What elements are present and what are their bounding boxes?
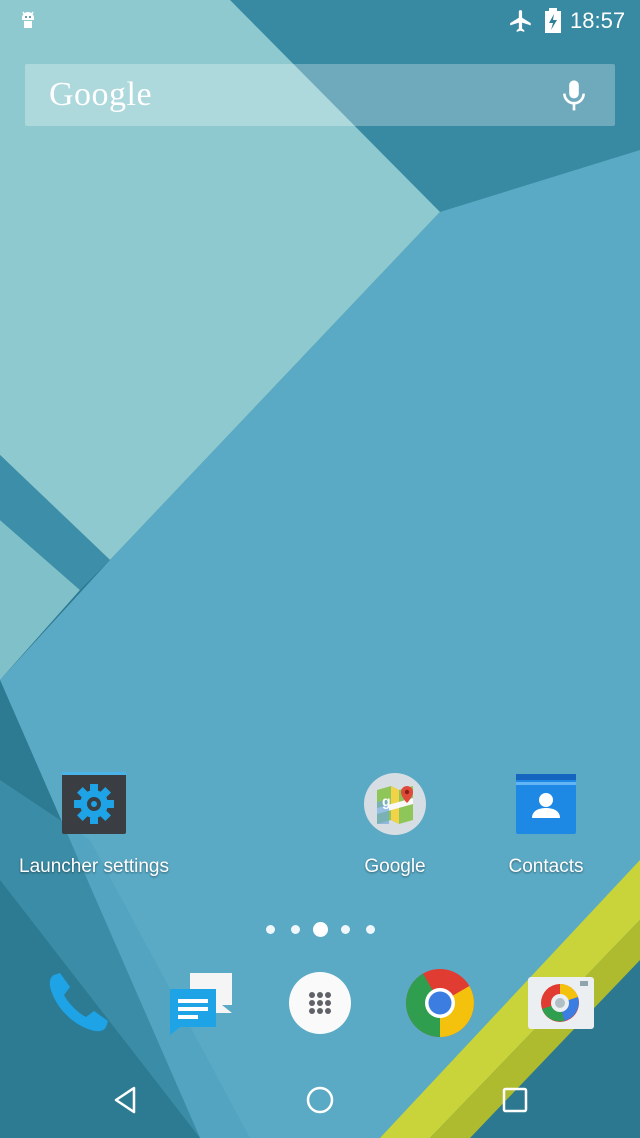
- app-drawer-icon[interactable]: [280, 963, 360, 1043]
- back-icon[interactable]: [108, 1082, 144, 1118]
- dock-phone[interactable]: [38, 963, 118, 1043]
- contacts-icon[interactable]: [514, 772, 578, 836]
- chrome-icon[interactable]: [400, 963, 480, 1043]
- maps-icon[interactable]: g: [363, 772, 427, 836]
- messaging-icon[interactable]: [162, 963, 242, 1043]
- app-label: Launcher settings: [19, 856, 169, 877]
- status-bar: 18:57: [0, 0, 640, 44]
- google-logo[interactable]: Google: [49, 76, 152, 114]
- dock-app-drawer[interactable]: [280, 963, 360, 1043]
- page-dot: [266, 925, 275, 934]
- app-google[interactable]: g Google: [315, 772, 475, 892]
- page-dot: [366, 925, 375, 934]
- dock-messaging[interactable]: [162, 963, 242, 1043]
- phone-icon[interactable]: [38, 963, 118, 1043]
- home-icon[interactable]: [302, 1082, 338, 1118]
- airplane-mode-icon: [510, 10, 531, 32]
- gear-icon[interactable]: [62, 772, 126, 836]
- page-dot: [291, 925, 300, 934]
- app-label: Google: [364, 856, 426, 877]
- svg-text:g: g: [382, 793, 391, 809]
- recents-icon[interactable]: [497, 1082, 533, 1118]
- navigation-bar: [0, 1062, 640, 1138]
- app-launcher-settings[interactable]: Launcher settings: [14, 772, 174, 892]
- status-clock: 18:57: [570, 8, 626, 33]
- page-dot: [341, 925, 350, 934]
- page-indicator: [260, 918, 384, 940]
- app-label: Contacts: [508, 856, 584, 877]
- google-search-bar[interactable]: Google: [25, 64, 615, 126]
- page-dot-active: [313, 922, 328, 937]
- camera-icon[interactable]: [520, 963, 600, 1043]
- app-contacts[interactable]: Contacts: [466, 772, 626, 892]
- mic-icon[interactable]: [559, 78, 589, 114]
- dock-camera[interactable]: [520, 963, 600, 1043]
- android-icon: [22, 11, 34, 28]
- dock-chrome[interactable]: [400, 963, 480, 1043]
- battery-charging-icon: [545, 8, 561, 33]
